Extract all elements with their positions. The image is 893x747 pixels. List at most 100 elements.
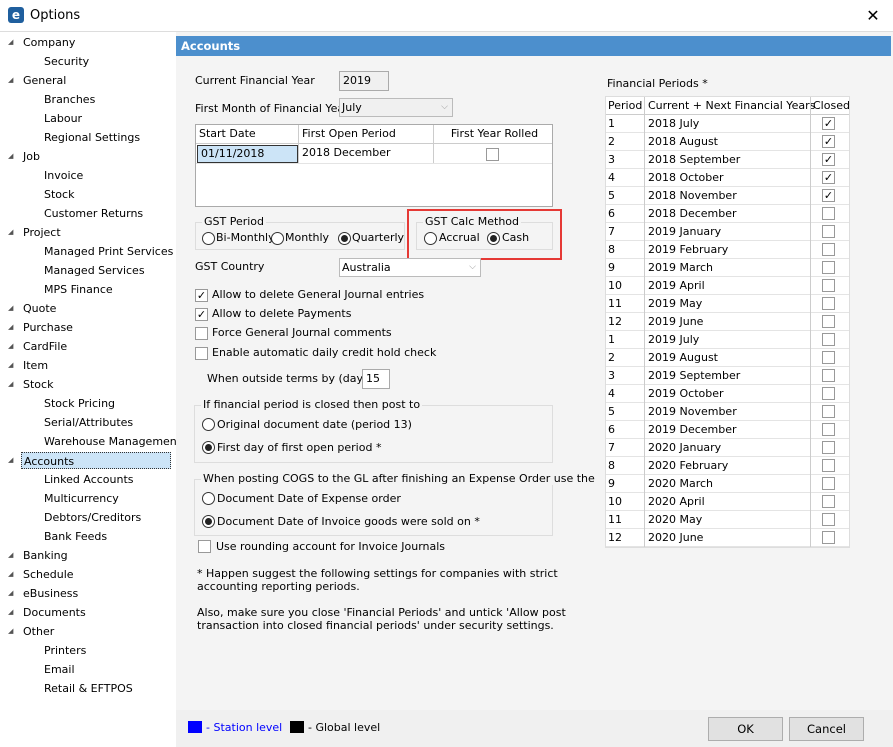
radio-quarterly[interactable] bbox=[338, 232, 351, 245]
tree-item[interactable]: Bank Feeds bbox=[42, 528, 109, 545]
expand-triangle-icon[interactable]: ◢ bbox=[8, 152, 13, 160]
expand-triangle-icon[interactable]: ◢ bbox=[8, 76, 13, 84]
gst-country-select[interactable]: Australia ⌵ bbox=[339, 258, 481, 277]
tree-item[interactable]: Banking bbox=[21, 547, 70, 564]
closed-checkbox[interactable]: ✓ bbox=[822, 153, 835, 166]
tree-item[interactable]: Branches bbox=[42, 91, 97, 108]
outside-terms-field[interactable]: 15 bbox=[362, 369, 390, 389]
first-open-period-cell[interactable]: 2018 December bbox=[299, 144, 391, 162]
tree-item[interactable]: Debtors/Creditors bbox=[42, 509, 143, 526]
tree-item[interactable]: Purchase bbox=[21, 319, 75, 336]
start-date-cell[interactable]: 01/11/2018 bbox=[197, 145, 298, 163]
expand-triangle-icon[interactable]: ◢ bbox=[8, 361, 13, 369]
tree-item[interactable]: Invoice bbox=[42, 167, 85, 184]
tree-item[interactable]: Security bbox=[42, 53, 91, 70]
radio-invoice-date[interactable] bbox=[202, 515, 215, 528]
closed-checkbox[interactable] bbox=[822, 405, 835, 418]
option-checkbox[interactable] bbox=[195, 327, 208, 340]
closed-checkbox[interactable] bbox=[822, 459, 835, 472]
cancel-button[interactable]: Cancel bbox=[789, 717, 864, 741]
closed-checkbox[interactable]: ✓ bbox=[822, 117, 835, 130]
tree-item[interactable]: Linked Accounts bbox=[42, 471, 136, 488]
tree-item[interactable]: Stock Pricing bbox=[42, 395, 117, 412]
expand-triangle-icon[interactable]: ◢ bbox=[8, 589, 13, 597]
expand-triangle-icon[interactable]: ◢ bbox=[8, 304, 13, 312]
tree-item[interactable]: Printers bbox=[42, 642, 88, 659]
expand-triangle-icon[interactable]: ◢ bbox=[8, 228, 13, 236]
expand-triangle-icon[interactable]: ◢ bbox=[8, 342, 13, 350]
option-checkbox[interactable]: ✓ bbox=[195, 308, 208, 321]
closed-checkbox[interactable] bbox=[822, 441, 835, 454]
first-month-select[interactable]: July ⌵ bbox=[339, 98, 453, 117]
closed-checkbox[interactable] bbox=[822, 315, 835, 328]
radio-original-document-date[interactable] bbox=[202, 418, 215, 431]
tree-item[interactable]: Item bbox=[21, 357, 50, 374]
closed-checkbox[interactable]: ✓ bbox=[822, 171, 835, 184]
closed-checkbox[interactable] bbox=[822, 261, 835, 274]
closed-checkbox[interactable]: ✓ bbox=[822, 135, 835, 148]
tree-item[interactable]: General bbox=[21, 72, 68, 89]
radio-bi-monthly[interactable] bbox=[202, 232, 215, 245]
radio-accrual[interactable] bbox=[424, 232, 437, 245]
tree-item[interactable]: Regional Settings bbox=[42, 129, 142, 146]
option-checkbox[interactable] bbox=[195, 347, 208, 360]
expand-triangle-icon[interactable]: ◢ bbox=[8, 323, 13, 331]
tree-item[interactable]: Email bbox=[42, 661, 77, 678]
tree-item[interactable]: Other bbox=[21, 623, 56, 640]
tree-item[interactable]: Schedule bbox=[21, 566, 76, 583]
tree-item[interactable]: Accounts bbox=[21, 452, 171, 469]
radio-first-day-open-period[interactable] bbox=[202, 441, 215, 454]
tree-item[interactable]: eBusiness bbox=[21, 585, 80, 602]
closed-checkbox[interactable] bbox=[822, 225, 835, 238]
tree-item[interactable]: Multicurrency bbox=[42, 490, 121, 507]
closed-checkbox[interactable] bbox=[822, 297, 835, 310]
tree-item[interactable]: Serial/Attributes bbox=[42, 414, 135, 431]
expand-triangle-icon[interactable]: ◢ bbox=[8, 608, 13, 616]
tree-item[interactable]: Stock bbox=[42, 186, 76, 203]
tree-item[interactable]: Warehouse Management bbox=[42, 433, 183, 450]
current-year-field[interactable]: 2019 bbox=[339, 71, 389, 91]
tree-item[interactable]: Company bbox=[21, 34, 77, 51]
tree-item[interactable]: Job bbox=[21, 148, 42, 165]
table-header: Period Current + Next Financial Years Cl… bbox=[606, 97, 850, 115]
closed-checkbox[interactable] bbox=[822, 333, 835, 346]
tree-item[interactable]: CardFile bbox=[21, 338, 69, 355]
closed-checkbox[interactable] bbox=[822, 369, 835, 382]
expand-triangle-icon[interactable]: ◢ bbox=[8, 38, 13, 46]
closed-checkbox[interactable] bbox=[822, 477, 835, 490]
expand-triangle-icon[interactable]: ◢ bbox=[8, 456, 13, 464]
closed-checkbox[interactable]: ✓ bbox=[822, 189, 835, 202]
tree-item[interactable]: Quote bbox=[21, 300, 58, 317]
tree-item[interactable]: Customer Returns bbox=[42, 205, 145, 222]
closed-checkbox[interactable] bbox=[822, 423, 835, 436]
tree-item[interactable]: Project bbox=[21, 224, 63, 241]
close-button[interactable]: ✕ bbox=[858, 4, 888, 28]
radio-expense-order-date[interactable] bbox=[202, 492, 215, 505]
option-checkbox[interactable]: ✓ bbox=[195, 289, 208, 302]
tree-item[interactable]: Managed Print Services bbox=[42, 243, 175, 260]
tree-item[interactable]: Labour bbox=[42, 110, 84, 127]
closed-checkbox[interactable] bbox=[822, 243, 835, 256]
expand-triangle-icon[interactable]: ◢ bbox=[8, 551, 13, 559]
first-year-rolled-checkbox[interactable] bbox=[486, 148, 499, 161]
tree-item[interactable]: Documents bbox=[21, 604, 88, 621]
column-divider bbox=[644, 493, 645, 511]
rounding-checkbox[interactable] bbox=[198, 540, 211, 553]
closed-checkbox[interactable] bbox=[822, 513, 835, 526]
tree-item[interactable]: MPS Finance bbox=[42, 281, 115, 298]
radio-cash[interactable] bbox=[487, 232, 500, 245]
tree-item[interactable]: Retail & EFTPOS bbox=[42, 680, 135, 697]
closed-checkbox[interactable] bbox=[822, 387, 835, 400]
closed-checkbox[interactable] bbox=[822, 495, 835, 508]
expand-triangle-icon[interactable]: ◢ bbox=[8, 627, 13, 635]
closed-checkbox[interactable] bbox=[822, 279, 835, 292]
tree-item[interactable]: Managed Services bbox=[42, 262, 147, 279]
ok-button[interactable]: OK bbox=[708, 717, 783, 741]
closed-checkbox[interactable] bbox=[822, 531, 835, 544]
tree-item[interactable]: Stock bbox=[21, 376, 55, 393]
expand-triangle-icon[interactable]: ◢ bbox=[8, 570, 13, 578]
closed-checkbox[interactable] bbox=[822, 207, 835, 220]
radio-monthly[interactable] bbox=[271, 232, 284, 245]
closed-checkbox[interactable] bbox=[822, 351, 835, 364]
expand-triangle-icon[interactable]: ◢ bbox=[8, 380, 13, 388]
